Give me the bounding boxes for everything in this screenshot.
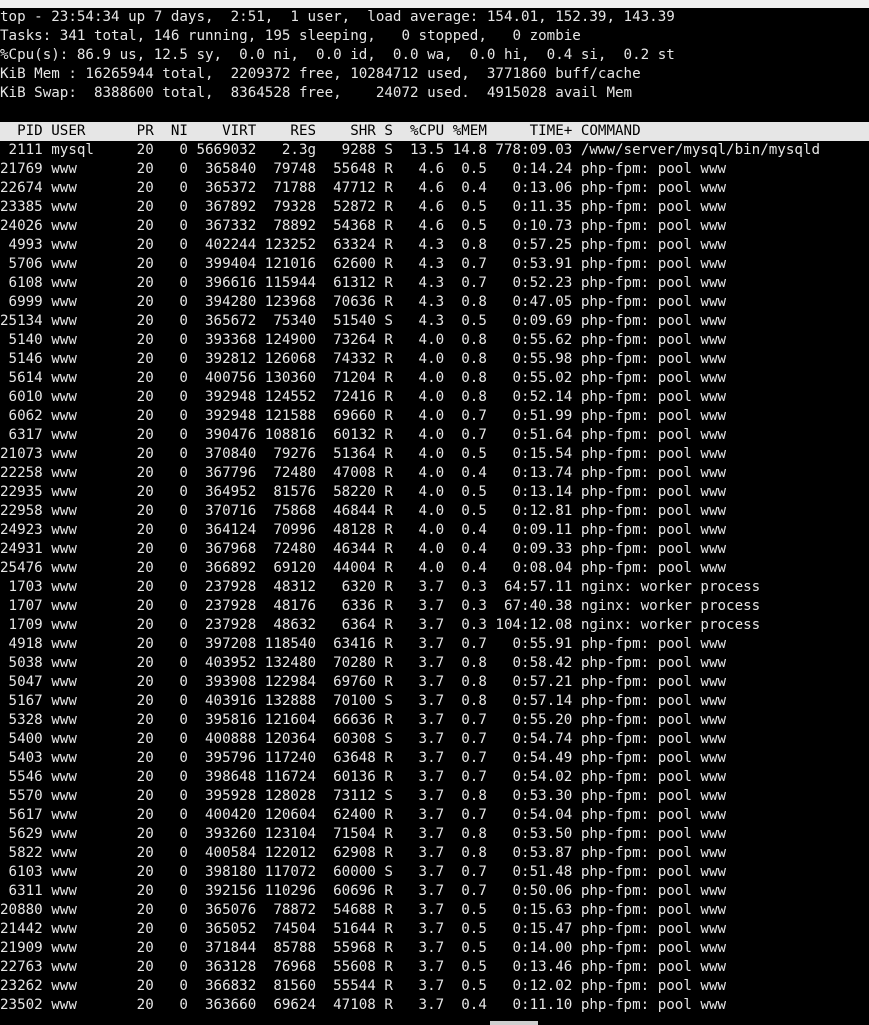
table-row: 4918 www 20 0 397208 118540 63416 R 3.7 …: [0, 636, 727, 652]
tasks-line: Tasks: 341 total, 146 running, 195 sleep…: [0, 28, 581, 44]
table-row: 22935 www 20 0 364952 81576 58220 R 4.0 …: [0, 484, 727, 500]
table-row: 23502 www 20 0 363660 69624 47108 R 3.7 …: [0, 997, 727, 1013]
table-row: 5140 www 20 0 393368 124900 73264 R 4.0 …: [0, 332, 727, 348]
table-row: 6062 www 20 0 392948 121588 69660 R 4.0 …: [0, 408, 727, 424]
process-table: 2111 mysql 20 0 5669032 2.3g 9288 S 13.5…: [0, 141, 869, 1015]
table-row: 1709 www 20 0 237928 48632 6364 R 3.7 0.…: [0, 617, 761, 633]
table-row: 24026 www 20 0 367332 78892 54368 R 4.6 …: [0, 218, 727, 234]
window-title-strip: [0, 0, 869, 8]
cpu-line: %Cpu(s): 86.9 us, 12.5 sy, 0.0 ni, 0.0 i…: [0, 47, 675, 63]
table-row: 1707 www 20 0 237928 48176 6336 R 3.7 0.…: [0, 598, 761, 614]
table-row: 6317 www 20 0 390476 108816 60132 R 4.0 …: [0, 427, 727, 443]
table-row: 6311 www 20 0 392156 110296 60696 R 3.7 …: [0, 883, 727, 899]
table-row: 4993 www 20 0 402244 123252 63324 R 4.3 …: [0, 237, 727, 253]
table-row: 21909 www 20 0 371844 85788 55968 R 3.7 …: [0, 940, 727, 956]
table-row: 21073 www 20 0 370840 79276 51364 R 4.0 …: [0, 446, 727, 462]
table-row: 23385 www 20 0 367892 79328 52872 R 4.6 …: [0, 199, 727, 215]
table-row: 20880 www 20 0 365076 78872 54688 R 3.7 …: [0, 902, 727, 918]
table-row: 22674 www 20 0 365372 71788 47712 R 4.6 …: [0, 180, 727, 196]
scroll-indicator: [490, 1021, 538, 1025]
table-row: 5038 www 20 0 403952 132480 70280 R 3.7 …: [0, 655, 727, 671]
terminal-output[interactable]: top - 23:54:34 up 7 days, 2:51, 1 user, …: [0, 8, 869, 1015]
process-table-header: PID USER PR NI VIRT RES SHR S %CPU %MEM …: [0, 122, 869, 141]
top-uptime-line: top - 23:54:34 up 7 days, 2:51, 1 user, …: [0, 9, 675, 25]
table-row: 2111 mysql 20 0 5669032 2.3g 9288 S 13.5…: [0, 142, 820, 158]
table-row: 5822 www 20 0 400584 122012 62908 R 3.7 …: [0, 845, 727, 861]
table-row: 5614 www 20 0 400756 130360 71204 R 4.0 …: [0, 370, 727, 386]
table-row: 5570 www 20 0 395928 128028 73112 S 3.7 …: [0, 788, 727, 804]
table-row: 5328 www 20 0 395816 121604 66636 R 3.7 …: [0, 712, 727, 728]
table-row: 24923 www 20 0 364124 70996 48128 R 4.0 …: [0, 522, 727, 538]
table-row: 6999 www 20 0 394280 123968 70636 R 4.3 …: [0, 294, 727, 310]
table-row: 5617 www 20 0 400420 120604 62400 R 3.7 …: [0, 807, 727, 823]
table-row: 24931 www 20 0 367968 72480 46344 R 4.0 …: [0, 541, 727, 557]
table-row: 22958 www 20 0 370716 75868 46844 R 4.0 …: [0, 503, 727, 519]
table-row: 21769 www 20 0 365840 79748 55648 R 4.6 …: [0, 161, 727, 177]
table-row: 6010 www 20 0 392948 124552 72416 R 4.0 …: [0, 389, 727, 405]
table-row: 22763 www 20 0 363128 76968 55608 R 3.7 …: [0, 959, 727, 975]
table-row: 6108 www 20 0 396616 115944 61312 R 4.3 …: [0, 275, 727, 291]
table-row: 5403 www 20 0 395796 117240 63648 R 3.7 …: [0, 750, 727, 766]
table-row: 23262 www 20 0 366832 81560 55544 R 3.7 …: [0, 978, 727, 994]
table-row: 21442 www 20 0 365052 74504 51644 R 3.7 …: [0, 921, 727, 937]
table-row: 5146 www 20 0 392812 126068 74332 R 4.0 …: [0, 351, 727, 367]
table-row: 5167 www 20 0 403916 132888 70100 S 3.7 …: [0, 693, 727, 709]
swap-line: KiB Swap: 8388600 total, 8364528 free, 2…: [0, 85, 633, 101]
mem-line: KiB Mem : 16265944 total, 2209372 free, …: [0, 66, 641, 82]
table-row: 5629 www 20 0 393260 123104 71504 R 3.7 …: [0, 826, 727, 842]
table-row: 22258 www 20 0 367796 72480 47008 R 4.0 …: [0, 465, 727, 481]
table-row: 6103 www 20 0 398180 117072 60000 S 3.7 …: [0, 864, 727, 880]
table-row: 25476 www 20 0 366892 69120 44004 R 4.0 …: [0, 560, 727, 576]
table-row: 5706 www 20 0 399404 121016 62600 R 4.3 …: [0, 256, 727, 272]
table-row: 1703 www 20 0 237928 48312 6320 R 3.7 0.…: [0, 579, 761, 595]
table-row: 5047 www 20 0 393908 122984 69760 R 3.7 …: [0, 674, 727, 690]
table-row: 5400 www 20 0 400888 120364 60308 S 3.7 …: [0, 731, 727, 747]
table-row: 5546 www 20 0 398648 116724 60136 R 3.7 …: [0, 769, 727, 785]
table-row: 25134 www 20 0 365672 75340 51540 S 4.3 …: [0, 313, 727, 329]
